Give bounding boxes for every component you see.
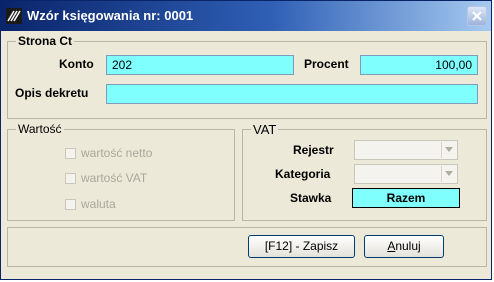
checkbox-label: wartość netto [81,146,153,160]
konto-input[interactable]: 202 [106,55,294,75]
title-bar[interactable]: Wzór księgowania nr: 0001 [1,1,491,31]
close-icon [472,11,482,21]
checkbox-box [65,172,76,184]
checkbox-box [65,198,76,210]
window-title: Wzór księgowania nr: 0001 [27,8,194,23]
chevron-down-icon [445,147,453,152]
procent-label: Procent [304,57,349,71]
stawka-field[interactable]: Razem [352,188,460,208]
close-button[interactable] [467,6,487,26]
checkbox-label: wartość VAT [81,171,148,185]
wartosc-netto-checkbox[interactable]: wartość netto [65,146,152,160]
opis-dekretu-input[interactable] [106,84,478,104]
kategoria-select[interactable] [354,164,458,184]
konto-label: Konto [59,57,94,71]
cancel-label: nuluj [395,239,421,253]
dialog-window: Wzór księgowania nr: 0001 Strona Ct Kont… [0,0,492,280]
rejestr-select[interactable] [354,140,458,160]
cancel-button[interactable]: Anuluj [364,235,444,258]
checkbox-box [65,147,76,159]
wartosc-group-title: Wartość [16,122,64,136]
app-icon [6,8,22,24]
dropdown-button[interactable] [441,166,456,182]
chevron-down-icon [445,171,453,176]
stawka-label: Stawka [290,191,332,205]
strona-ct-group-title: Strona Ct [16,34,74,48]
checkbox-label: waluta [81,197,116,211]
dropdown-button[interactable] [441,142,456,158]
waluta-checkbox[interactable]: waluta [65,197,116,211]
vat-group-title: VAT [251,122,279,137]
strona-ct-group: Strona Ct [7,34,487,119]
procent-input[interactable]: 100,00 [360,55,478,75]
wartosc-vat-checkbox[interactable]: wartość VAT [65,171,147,185]
rejestr-label: Rejestr [293,143,334,157]
save-button[interactable]: [F12] - Zapisz [248,235,355,258]
opis-dekretu-label: Opis dekretu [15,86,89,100]
kategoria-label: Kategoria [275,167,331,181]
